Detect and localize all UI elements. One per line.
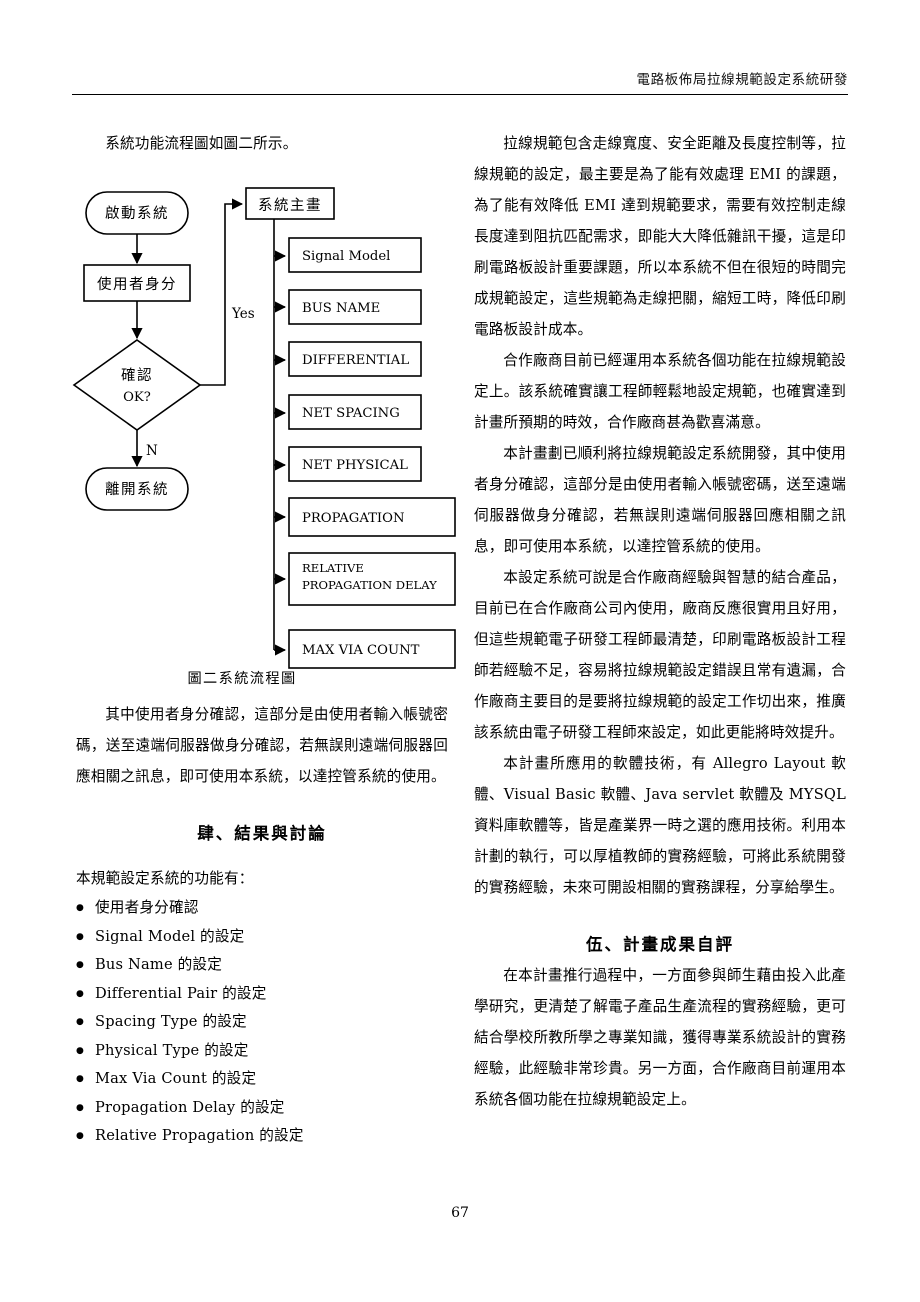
right-paragraph-4: 本設定系統可說是合作廠商經驗與智慧的結合產品，目前已在合作廠商公司內使用，廠商反… [474,569,846,741]
header-rule [72,94,848,95]
right-paragraph-5: 本計畫所應用的軟體技術，有 Allegro Layout 軟體、Visual B… [474,755,846,896]
running-title: 電路板佈局拉線規範設定系統研發 [636,72,848,88]
flow-label-bus-name: BUS NAME [302,301,380,316]
intro-paragraph: 系統功能流程圖如圖二所示。 [105,135,298,152]
flow-label-propagation-delay: PROPAGATION DELAY [302,578,437,592]
figure-caption: 圖二系統流程圖 [187,671,297,687]
flow-label-net-spacing: NET SPACING [302,406,400,421]
flow-label-signal-model: Signal Model [302,249,390,264]
list-item: Signal Model 的設定 [76,923,448,952]
feature-list-intro: 本規範設定系統的功能有： [76,870,254,887]
flow-label-differential: DIFFERENTIAL [302,353,409,368]
feature-list: 使用者身分確認 Signal Model 的設定 Bus Name 的設定 Di… [76,894,448,1151]
list-item: 使用者身分確認 [76,894,448,923]
flow-label-decision-line1: 確認 [121,367,153,384]
list-item: Max Via Count 的設定 [76,1065,448,1094]
flow-label-exit: 離開系統 [105,480,169,498]
system-flowchart-figure: 啟動系統 使用者身分 確認 OK? Yes N 離開系統 系統主畫 Signal… [62,172,472,692]
section-heading-four: 肆、結果與討論 [197,824,327,843]
right-paragraph-3: 本計畫劃已順利將拉線規範設定系統開發，其中使用者身分確認，這部分是由使用者輸入帳… [474,445,846,555]
flow-label-max-via-count: MAX VIA COUNT [302,643,420,658]
list-item: Bus Name 的設定 [76,951,448,980]
flow-label-propagation: PROPAGATION [302,511,405,526]
page-header: 電路板佈局拉線規範設定系統研發 [72,68,848,104]
flow-label-decision-line2: OK? [123,390,151,405]
right-paragraph-2: 合作廠商目前已經運用本系統各個功能在拉線規範設定上。該系統確實讓工程師輕鬆地設定… [474,352,846,431]
flow-label-relative: RELATIVE [302,561,364,575]
list-item: Spacing Type 的設定 [76,1008,448,1037]
right-column: 拉線規範包含走線寬度、安全距離及長度控制等，拉線規範的設定，最主要是為了能有效處… [474,128,846,1115]
page-number: 67 [451,1205,469,1221]
flow-node-decision [72,339,202,431]
right-paragraph-6: 在本計畫推行過程中，一方面參與師生藉由投入此產學研究，更清楚了解電子產品生產流程… [474,967,846,1108]
right-paragraph-1: 拉線規範包含走線寬度、安全距離及長度控制等，拉線規範的設定，最主要是為了能有效處… [474,135,846,338]
list-item: Physical Type 的設定 [76,1037,448,1066]
list-item: Differential Pair 的設定 [76,980,448,1009]
section-heading-five: 伍、計畫成果自評 [586,935,734,954]
paragraph-after-figure: 其中使用者身分確認，這部分是由使用者輸入帳號密碼，送至遠端伺服器做身分確認，若無… [76,706,448,785]
list-item: Propagation Delay 的設定 [76,1094,448,1123]
flow-label-main-screen: 系統主畫 [258,197,322,214]
flow-label-branch-no: N [146,443,158,459]
flow-label-net-physical: NET PHYSICAL [302,458,408,473]
flow-label-user-identity: 使用者身分 [97,276,177,293]
list-item: Relative Propagation 的設定 [76,1122,448,1151]
document-page: 電路板佈局拉線規範設定系統研發 系統功能流程圖如圖二所示。 其中使用者身分確認，… [0,0,920,1302]
flow-label-branch-yes: Yes [231,306,255,322]
flow-label-start: 啟動系統 [105,205,169,222]
